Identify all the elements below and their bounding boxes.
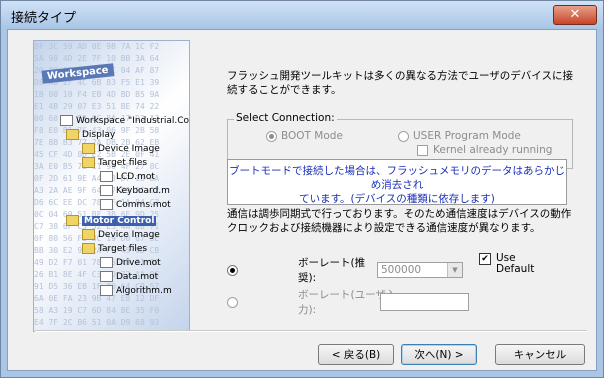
user-program-mode-label: USER Program Mode <box>413 130 521 142</box>
notice-line-1: ブートモードで接続した場合は、フラッシュメモリのデータはあらかじめ消去され <box>229 165 565 191</box>
tree-item-workspace: Workspace "Industrial.Co <box>60 115 189 126</box>
baud-recommended-label: ボーレート(推奨): <box>298 257 366 284</box>
chevron-down-icon[interactable]: ▼ <box>447 263 462 277</box>
connection-type-dialog: 接続タイプ ✕ 8F 3C 59 AD 0E 9B 7A 1C F2 5A 98 … <box>0 0 604 378</box>
folder-icon <box>82 243 95 254</box>
baud-user-row: ボーレート(ユーザ入力): <box>227 287 469 317</box>
checkbox-checked-icon: ✔ <box>479 253 491 265</box>
radio-selected-icon <box>266 130 277 142</box>
baud-user-input[interactable] <box>380 293 469 311</box>
boot-mode-notice: ブートモードで接続した場合は、フラッシュメモリのデータはあらかじめ消去され てい… <box>227 159 567 205</box>
use-default-label: Use Default <box>496 252 535 275</box>
tree-item-drive-mot: Drive.mot <box>100 257 161 268</box>
file-icon <box>100 285 113 296</box>
back-button[interactable]: < 戻る(B) <box>318 344 394 365</box>
next-button[interactable]: 次へ(N) > <box>401 344 477 365</box>
bitrate-note: 通信は調歩同期式で行っております。そのため通信速度はデバイスの動作クロックおよび… <box>227 208 572 234</box>
baud-user-radio[interactable] <box>227 296 238 308</box>
boot-mode-radio[interactable]: BOOT Mode <box>266 130 343 142</box>
project-icon <box>66 215 79 226</box>
select-connection-legend: Select Connection: <box>234 112 337 124</box>
wizard-illustration: 8F 3C 59 AD 0E 9B 7A 1C F2 5A 98 4D 2E 7F… <box>33 40 190 332</box>
tree-item-display: Display <box>66 129 115 140</box>
baud-recommended-radio[interactable] <box>227 264 238 276</box>
baud-rate-select[interactable]: 500000 ▼ <box>377 262 463 278</box>
boot-mode-label: BOOT Mode <box>281 130 343 142</box>
hex-line: 58 A3 19 C7 6D 84 BE 35 F0 <box>34 306 160 315</box>
user-program-mode-radio[interactable]: USER Program Mode <box>398 130 521 142</box>
tree-item-device-image: Device Image <box>82 143 160 154</box>
connection-description: フラッシュ開発ツールキットは多くの異なる方法でユーザのデバイスに接続することがで… <box>227 70 573 96</box>
radio-unselected-icon <box>398 130 409 142</box>
folder-icon <box>82 229 95 240</box>
button-separator <box>35 330 587 332</box>
tree-item-device-image-2: Device Image <box>82 229 160 240</box>
file-icon <box>100 185 113 196</box>
checkbox-icon <box>417 144 428 156</box>
file-icon <box>100 199 113 210</box>
cancel-button[interactable]: キャンセル <box>495 344 585 365</box>
tree-item-keyboard-mot: Keyboard.m <box>100 185 170 196</box>
baud-recommended-row: ボーレート(推奨): 500000 ▼ <box>227 255 463 285</box>
project-icon <box>66 129 79 140</box>
file-icon <box>100 171 113 182</box>
folder-icon <box>82 143 95 154</box>
kernel-already-running-checkbox[interactable]: Kernel already running <box>417 144 552 156</box>
tree-item-lcd-mot: LCD.mot <box>100 171 155 182</box>
tree-item-algorithm-mot: Algorithm.m <box>100 285 172 296</box>
hex-line: E4 7F 2C B6 51 0A D9 68 93 <box>34 318 160 327</box>
folder-icon <box>82 157 95 168</box>
tree-item-target-files-2: Target files <box>82 243 147 254</box>
tree-item-target-files: Target files <box>82 157 147 168</box>
dialog-title: 接続タイプ <box>11 11 77 26</box>
hex-line: E1 4B 29 07 E3 51 BE 74 22 <box>34 102 160 111</box>
file-icon <box>100 257 113 268</box>
use-default-checkbox[interactable]: ✔ Use Default <box>479 253 534 275</box>
hex-line: 1B 00 10 F4 EB 4D BD B5 9A <box>34 90 160 99</box>
tree-item-comms-mot: Comms.mot <box>100 199 171 210</box>
tree-item-motor-control: Motor Control <box>66 215 157 226</box>
notice-line-2: ています。(デバイスの種類に依存します) <box>299 193 495 205</box>
hex-line: 8F 3C 59 AD 0E 9B 7A 1C F2 <box>34 42 160 51</box>
close-icon: ✕ <box>569 7 581 22</box>
workspace-icon <box>60 115 73 126</box>
baud-rate-value: 500000 <box>381 264 422 276</box>
tree-item-data-mot: Data.mot <box>100 271 158 282</box>
title-bar[interactable]: 接続タイプ ✕ <box>1 1 603 29</box>
kernel-already-running-label: Kernel already running <box>433 144 553 156</box>
file-icon <box>100 271 113 282</box>
close-button[interactable]: ✕ <box>553 5 597 25</box>
